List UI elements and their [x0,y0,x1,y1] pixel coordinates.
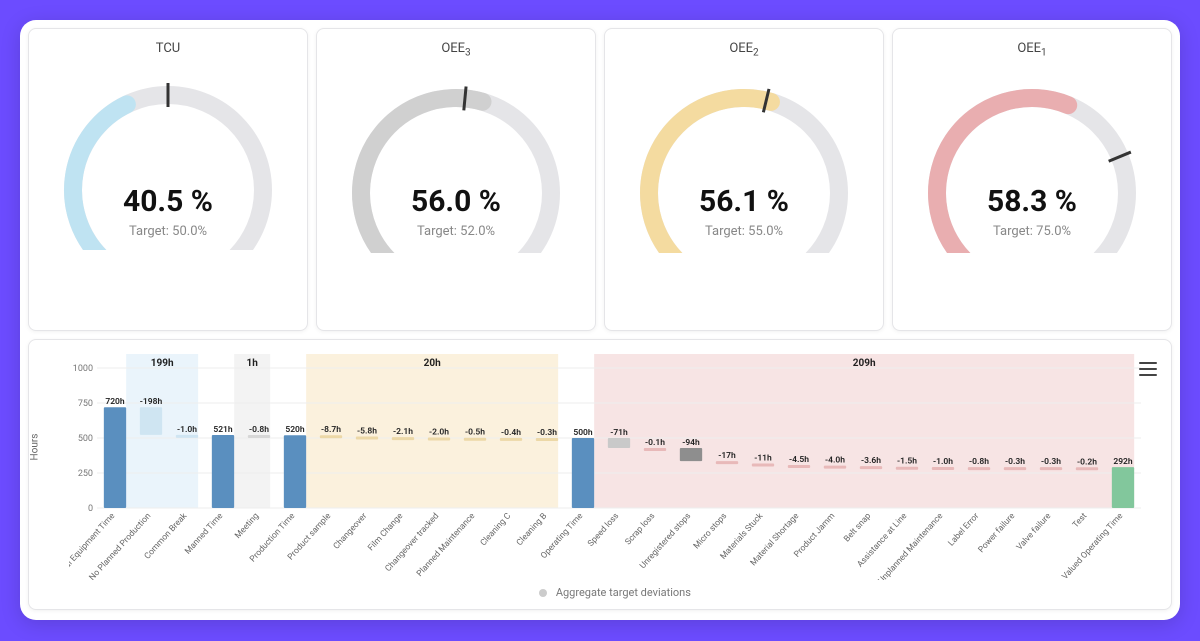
svg-text:292h: 292h [1113,457,1133,467]
svg-text:Belt snap: Belt snap [842,511,873,544]
gauge-card: OEE1 58.3 % Target: 75.0% [892,28,1172,331]
gauge-title: OEE3 [441,41,470,59]
svg-text:-0.8h: -0.8h [969,457,989,467]
svg-text:-3.6h: -3.6h [861,456,881,466]
svg-text:-198h: -198h [140,397,163,407]
svg-text:250: 250 [78,469,93,479]
svg-text:720h: 720h [105,397,125,407]
svg-text:-0.3h: -0.3h [1005,457,1025,467]
gauge-value: 58.3 % [893,184,1171,219]
svg-text:-11h: -11h [754,453,772,463]
svg-text:Film Change: Film Change [366,511,405,553]
svg-text:-2.1h: -2.1h [393,427,413,437]
svg-text:500: 500 [78,434,93,444]
svg-text:1000: 1000 [73,364,93,374]
svg-text:520h: 520h [285,425,305,435]
svg-text:-0.2h: -0.2h [1077,457,1097,467]
svg-text:Label Error: Label Error [946,511,981,548]
chart-legend: Aggregate target deviations [69,586,1161,599]
svg-text:-94h: -94h [682,438,700,448]
gauge-card: OEE2 56.1 % Target: 55.0% [604,28,884,331]
svg-text:-17h: -17h [718,451,736,461]
gauge-value: 40.5 % [29,184,307,219]
svg-text:209h: 209h [853,358,876,369]
svg-text:-0.5h: -0.5h [465,428,485,438]
waterfall-svg: 199h1h20h209h02505007501000720hTotal Equ… [69,350,1159,580]
svg-text:-0.3h: -0.3h [1041,457,1061,467]
svg-text:-5.8h: -5.8h [357,426,377,436]
svg-text:Meeting: Meeting [233,511,261,541]
svg-text:Valve failure: Valve failure [1015,511,1054,552]
gauge-target: Target: 55.0% [605,224,883,239]
svg-text:Unplanned Maintenance: Unplanned Maintenance [877,511,946,580]
svg-text:Valued Operating Time: Valued Operating Time [1060,511,1125,580]
gauge-title: TCU [156,41,180,56]
svg-text:Test: Test [1071,511,1090,530]
svg-text:0: 0 [88,504,93,514]
svg-text:-4.0h: -4.0h [825,456,845,466]
gauge-title: OEE1 [1017,41,1046,59]
svg-text:-0.1h: -0.1h [645,438,665,448]
svg-text:Manned Time: Manned Time [183,511,225,557]
gauge-value: 56.1 % [605,184,883,219]
svg-text:-71h: -71h [610,428,628,438]
gauge-target: Target: 75.0% [893,224,1171,239]
svg-text:-4.5h: -4.5h [789,455,809,465]
svg-text:750: 750 [78,399,93,409]
gauge-title: OEE2 [729,41,758,59]
svg-text:199h: 199h [151,358,174,369]
gauge-value: 56.0 % [317,184,595,219]
svg-text:-0.3h: -0.3h [537,428,557,438]
legend-dot-icon [539,589,547,597]
waterfall-chart: Hours 199h1h20h209h02505007501000720hTot… [28,339,1172,610]
dashboard-panel: TCU 40.5 % Target: 50.0% OEE3 56.0 % Target: … [20,20,1180,620]
chart-menu-icon[interactable] [1139,362,1157,376]
svg-text:Micro stops: Micro stops [692,511,729,551]
svg-text:Power failure: Power failure [977,511,1018,555]
svg-text:Scrap loss: Scrap loss [623,511,657,547]
svg-text:521h: 521h [213,425,233,435]
gauges-row: TCU 40.5 % Target: 50.0% OEE3 56.0 % Target: … [28,28,1172,331]
svg-text:-1.0h: -1.0h [177,425,197,435]
gauge-card: OEE3 56.0 % Target: 52.0% [316,28,596,331]
svg-text:Changeover: Changeover [332,511,370,551]
svg-text:500h: 500h [573,428,593,438]
svg-text:-0.4h: -0.4h [501,428,521,438]
svg-text:Speed loss: Speed loss [586,511,621,548]
gauge-card: TCU 40.5 % Target: 50.0% [28,28,308,331]
svg-text:-1.0h: -1.0h [933,457,953,467]
svg-text:-8.7h: -8.7h [321,425,341,435]
svg-text:Cleaning B: Cleaning B [515,511,549,548]
svg-text:-2.0h: -2.0h [429,427,449,437]
gauge-target: Target: 50.0% [29,224,307,239]
svg-text:1h: 1h [246,358,258,369]
legend-label: Aggregate target deviations [556,586,691,599]
svg-text:Cleaning C: Cleaning C [479,511,514,548]
svg-text:-1.5h: -1.5h [897,457,917,467]
gauge-target: Target: 52.0% [317,224,595,239]
svg-text:20h: 20h [424,358,441,369]
svg-text:-0.8h: -0.8h [249,425,269,435]
y-axis-label: Hours [30,433,41,460]
svg-text:No Planned Production: No Planned Production [87,511,153,580]
